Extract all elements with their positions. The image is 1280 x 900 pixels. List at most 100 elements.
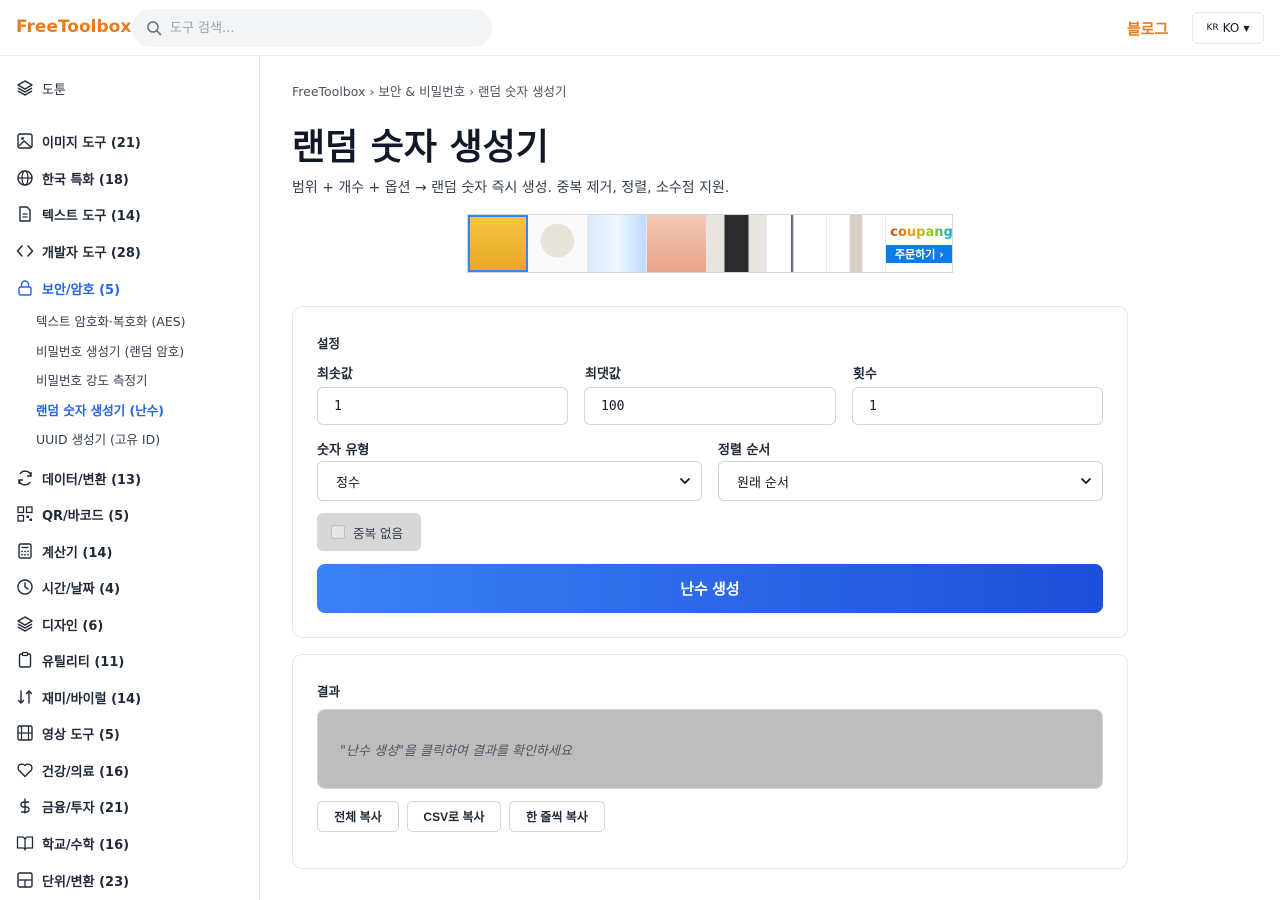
result-output: "난수 생성"을 클릭하여 결과를 확인하세요	[317, 709, 1103, 789]
sidebar-item-qr[interactable]: QR/바코드 (5)	[16, 502, 129, 526]
top-header: FreeToolbox 블로그 KR KO ▼	[0, 0, 1280, 56]
sidebar-item-developer[interactable]: 개발자 도구 (28)	[16, 239, 141, 263]
clipboard-icon	[16, 651, 34, 669]
max-input[interactable]	[584, 387, 836, 425]
sidebar-subitem-random-number[interactable]: 랜덤 숫자 생성기 (난수)	[36, 400, 164, 419]
sidebar-subitem-password-strength[interactable]: 비밀번호 강도 측정기	[36, 370, 147, 389]
search-icon	[147, 21, 162, 36]
number-type-select[interactable]: 정수	[317, 461, 702, 501]
grid-icon	[16, 871, 34, 889]
no-duplicate-toggle[interactable]: 중복 없음	[317, 513, 421, 551]
flag-icon: KR	[1206, 23, 1219, 33]
layers-icon	[16, 79, 34, 97]
sidebar-item-image[interactable]: 이미지 도구 (21)	[16, 129, 141, 153]
settings-title: 설정	[317, 336, 341, 351]
no-duplicate-checkbox[interactable]	[331, 525, 345, 539]
sidebar-item-utility[interactable]: 유틸리티 (11)	[16, 648, 124, 672]
sidebar-item-security[interactable]: 보안/암호 (5)	[16, 276, 120, 300]
result-card: 결과 "난수 생성"을 클릭하여 결과를 확인하세요 전체 복사 CSV로 복사…	[292, 654, 1128, 869]
coupang-logo: coupang	[890, 225, 953, 240]
blog-link[interactable]: 블로그	[1127, 18, 1168, 39]
copy-lines-button[interactable]: 한 줄씩 복사	[509, 801, 605, 832]
site-logo[interactable]: FreeToolbox	[16, 17, 131, 37]
qr-icon	[16, 505, 34, 523]
code-icon	[16, 242, 34, 260]
sidebar-item-time[interactable]: 시간/날짜 (4)	[16, 575, 120, 599]
sidebar-subitem-uuid[interactable]: UUID 생성기 (고유 ID)	[36, 429, 160, 448]
sidebar-item-korea[interactable]: 한국 특화 (18)	[16, 166, 129, 190]
sidebar-subitem-password-generator[interactable]: 비밀번호 생성기 (랜덤 암호)	[36, 341, 184, 360]
page-subtitle: 범위 + 개수 + 옵션 → 랜덤 숫자 즉시 생성. 중복 제거, 정렬, 소…	[292, 180, 730, 196]
dice-icon	[16, 688, 34, 706]
ad-product-image[interactable]	[527, 215, 588, 272]
ad-product-image[interactable]	[647, 215, 708, 272]
layers-icon	[16, 615, 34, 633]
chevron-down-icon	[680, 478, 690, 484]
max-label: 최댓값	[585, 367, 621, 382]
clock-icon	[16, 578, 34, 596]
sidebar-item-label: 텍스트 도구 (14)	[42, 208, 141, 224]
page-title: 랜덤 숫자 생성기	[292, 127, 549, 168]
sidebar-item-unit[interactable]: 단위/변환 (23)	[16, 868, 129, 892]
ad-product-image[interactable]	[766, 215, 827, 272]
sidebar-item-school[interactable]: 학교/수학 (16)	[16, 831, 129, 855]
language-label: KO	[1222, 21, 1240, 35]
result-title: 결과	[317, 684, 341, 699]
ad-product-image[interactable]	[826, 215, 887, 272]
ad-product-image[interactable]	[587, 215, 648, 272]
generate-button[interactable]: 난수 생성	[317, 564, 1103, 613]
sort-order-select[interactable]: 원래 순서	[718, 461, 1103, 501]
sidebar-subitem-aes[interactable]: 텍스트 암호화·복호화 (AES)	[36, 311, 186, 330]
breadcrumb-home[interactable]: FreeToolbox	[292, 84, 365, 99]
breadcrumb-separator: ›	[469, 84, 475, 99]
min-input[interactable]	[317, 387, 568, 425]
sidebar-item-label: 시간/날짜 (4)	[42, 581, 121, 597]
sidebar-item-finance[interactable]: 금융/투자 (21)	[16, 794, 129, 818]
sidebar-item-label: QR/바코드 (5)	[42, 508, 130, 524]
sidebar-item-design[interactable]: 디자인 (6)	[16, 612, 103, 636]
ad-product-image[interactable]	[468, 215, 528, 272]
ad-banner[interactable]: coupang 주문하기 ›	[467, 214, 953, 273]
sidebar-item-label: 이미지 도구 (21)	[42, 135, 141, 151]
heart-icon	[16, 761, 34, 779]
sort-label: 정렬 순서	[718, 443, 771, 458]
ad-brand-block[interactable]: coupang 주문하기 ›	[886, 215, 953, 272]
sidebar-item-label: 도툰	[42, 82, 66, 98]
sidebar-item-text[interactable]: 텍스트 도구 (14)	[16, 202, 141, 226]
no-duplicate-label: 중복 없음	[353, 525, 403, 541]
sidebar-item-label: 계산기 (14)	[42, 545, 113, 561]
sort-order-value: 원래 순서	[737, 475, 789, 491]
sidebar-item-fun[interactable]: 재미/바이럴 (14)	[16, 685, 141, 709]
language-selector[interactable]: KR KO ▼	[1192, 12, 1264, 44]
sidebar-item-label: 영상 도구 (5)	[42, 727, 120, 743]
sidebar-item-label: 단위/변환 (23)	[42, 874, 130, 890]
ad-order-button[interactable]: 주문하기 ›	[886, 245, 953, 263]
sidebar-item-label: 금융/투자 (21)	[42, 800, 130, 816]
sidebar-item-health[interactable]: 건강/의료 (16)	[16, 758, 129, 782]
count-input[interactable]	[852, 387, 1103, 425]
copy-all-button[interactable]: 전체 복사	[317, 801, 399, 832]
sidebar-item-label: 데이터/변환 (13)	[42, 472, 142, 488]
sidebar-item-video[interactable]: 영상 도구 (5)	[16, 721, 120, 745]
type-label: 숫자 유형	[317, 443, 370, 458]
sidebar-item-label: 보안/암호 (5)	[42, 282, 121, 298]
sidebar-item-label: 유틸리티 (11)	[42, 654, 125, 670]
sidebar-item-data[interactable]: 데이터/변환 (13)	[16, 466, 141, 490]
copy-csv-button[interactable]: CSV로 복사	[407, 801, 501, 832]
chevron-down-icon	[1081, 478, 1091, 484]
sidebar-item-label: 한국 특화 (18)	[42, 172, 129, 188]
breadcrumb-current: 랜덤 숫자 생성기	[478, 84, 567, 99]
ad-product-image[interactable]	[707, 215, 767, 272]
sidebar-item-top[interactable]: 도툰	[16, 76, 66, 100]
min-label: 최솟값	[317, 367, 353, 382]
breadcrumb: FreeToolbox › 보안 & 비밀번호 › 랜덤 숫자 생성기	[292, 81, 567, 100]
sidebar-item-label: 건강/의료 (16)	[42, 764, 130, 780]
sidebar-item-calculator[interactable]: 계산기 (14)	[16, 539, 112, 563]
lock-icon	[16, 279, 34, 297]
search-bar[interactable]	[132, 9, 492, 47]
sidebar-item-label: 개발자 도구 (28)	[42, 245, 141, 261]
refresh-icon	[16, 469, 34, 487]
breadcrumb-category[interactable]: 보안 & 비밀번호	[378, 84, 465, 99]
dollar-icon	[16, 797, 34, 815]
search-input[interactable]	[170, 9, 480, 47]
